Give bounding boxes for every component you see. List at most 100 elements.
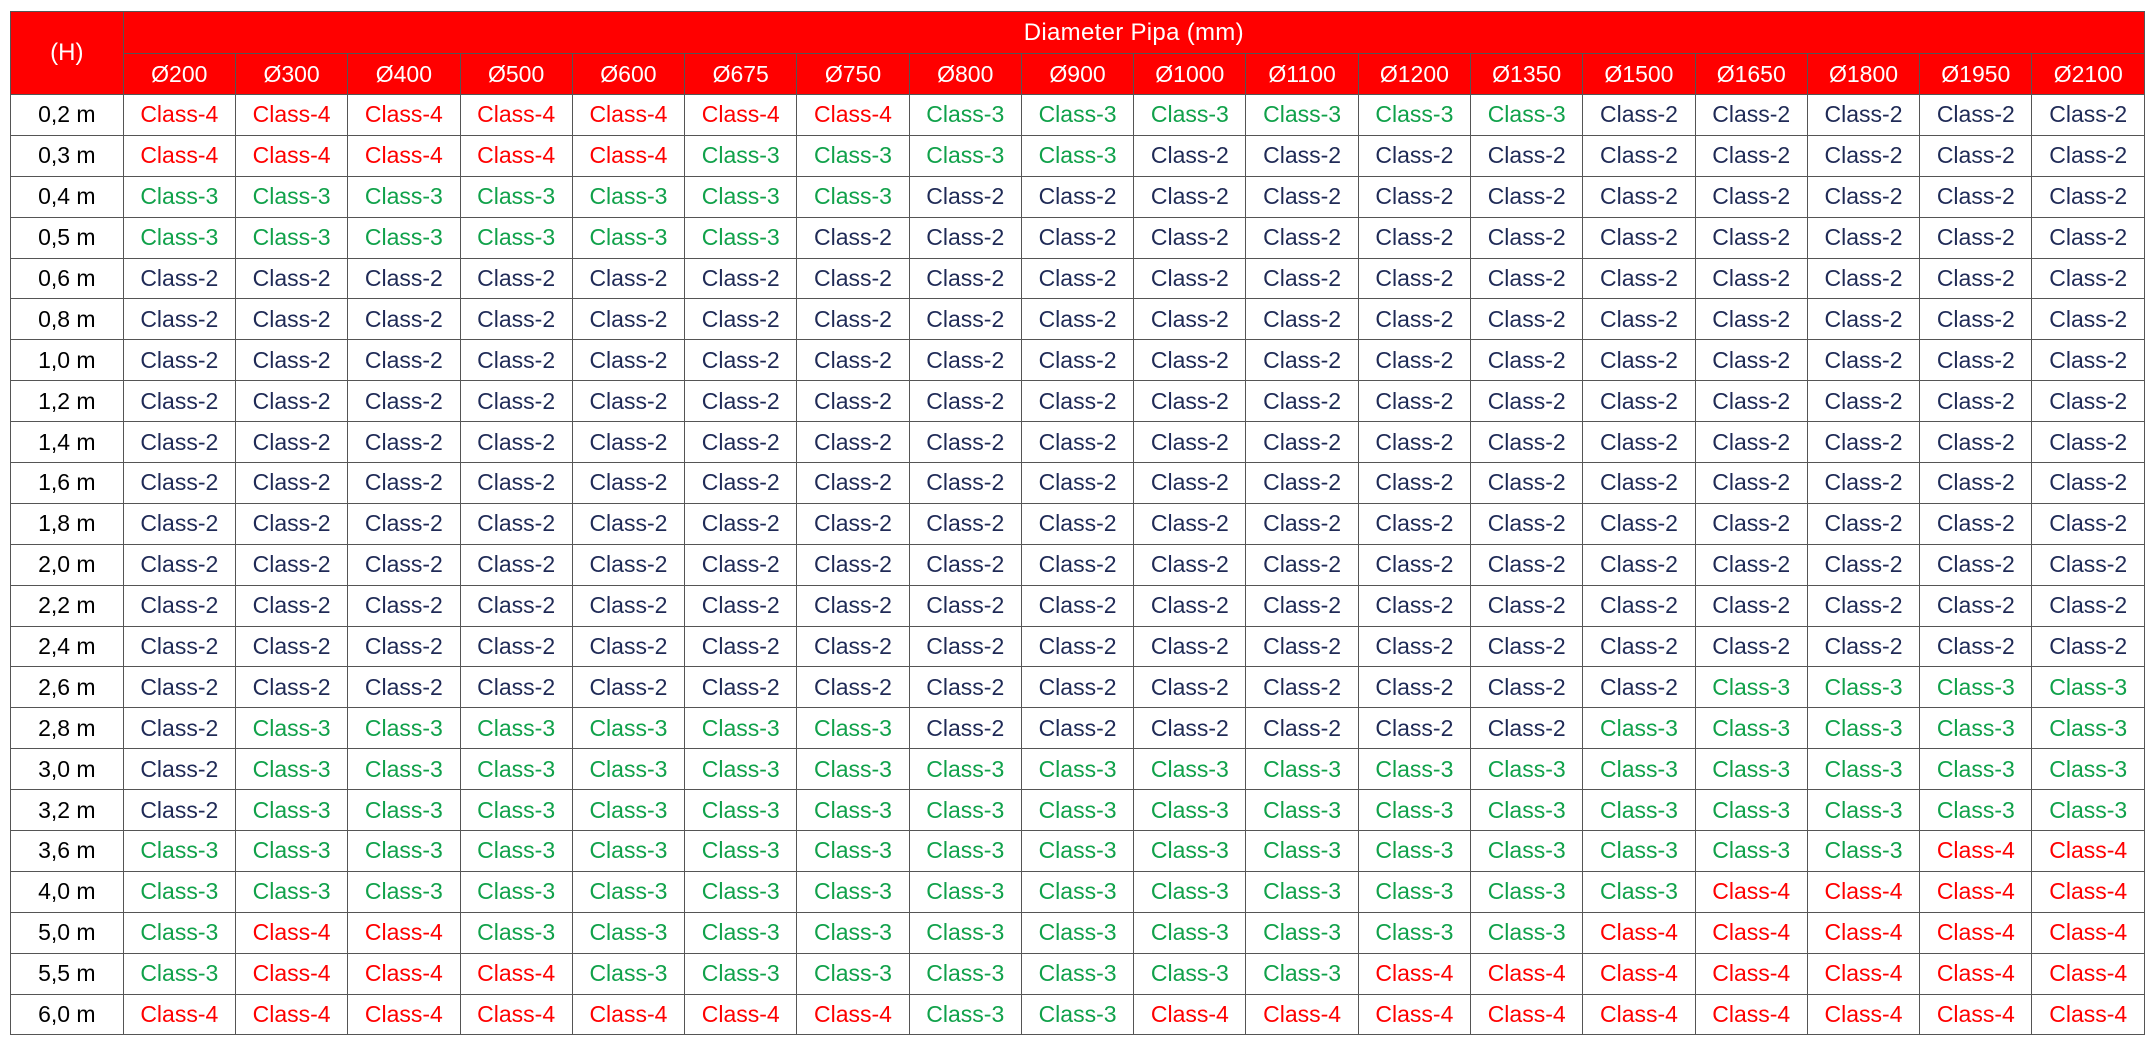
class-cell: Class-2 <box>1470 216 1584 259</box>
class-cell: Class-3 <box>347 748 461 791</box>
class-cell: Class-2 <box>1470 134 1584 177</box>
class-cell: Class-3 <box>1133 789 1247 832</box>
class-cell: Class-2 <box>1357 707 1472 750</box>
diameter-header: Ø200 <box>122 53 236 95</box>
class-cell: Class-2 <box>908 339 1022 382</box>
class-cell: Class-2 <box>908 584 1022 627</box>
class-cell: Class-2 <box>1245 625 1359 668</box>
class-cell: Class-2 <box>347 625 461 668</box>
class-cell: Class-2 <box>234 502 349 545</box>
header-row-diameters: Ø200 Ø300 Ø400 Ø500 Ø600 Ø675 Ø750 Ø800 Ø900 Ø100… <box>11 53 2145 95</box>
class-cell: Class-2 <box>1470 462 1584 504</box>
class-cell: Class-2 <box>1133 134 1247 177</box>
class-cell: Class-2 <box>122 298 236 341</box>
class-cell: Class-2 <box>1919 339 2033 382</box>
class-cell: Class-3 <box>459 789 573 832</box>
depth-cell: 1,6 m <box>10 462 124 504</box>
class-cell: Class-2 <box>1582 421 1696 464</box>
column-header-diameter-title: Diameter Pipa (mm) <box>122 11 2145 54</box>
class-cell: Class-4 <box>459 94 573 136</box>
class-cell: Class-2 <box>1694 134 1808 177</box>
class-cell: Class-2 <box>1694 502 1808 545</box>
class-cell: Class-2 <box>1694 339 1808 382</box>
class-cell: Class-3 <box>684 911 798 954</box>
class-cell: Class-2 <box>796 543 910 586</box>
class-cell: Class-2 <box>459 257 573 300</box>
class-cell: Class-2 <box>1020 543 1135 586</box>
class-cell: Class-3 <box>347 789 461 832</box>
class-cell: Class-2 <box>1020 502 1135 545</box>
class-cell: Class-2 <box>1694 421 1808 464</box>
class-cell: Class-3 <box>1694 789 1808 832</box>
class-cell: Class-2 <box>1020 339 1135 382</box>
class-cell: Class-2 <box>1919 380 2033 423</box>
class-cell: Class-3 <box>571 707 686 750</box>
class-cell: Class-2 <box>234 339 349 382</box>
class-cell: Class-3 <box>122 175 236 218</box>
class-cell: Class-3 <box>122 911 236 954</box>
class-cell: Class-2 <box>571 380 686 423</box>
class-cell: Class-4 <box>796 993 910 1036</box>
depth-cell: 0,8 m <box>10 298 124 341</box>
class-cell: Class-2 <box>122 380 236 423</box>
class-cell: Class-3 <box>684 870 798 913</box>
class-cell: Class-2 <box>2031 94 2145 136</box>
class-cell: Class-2 <box>1806 94 1921 136</box>
table-row: 5,5 m Class-3 Class-4 Class-4 Class-4 Class-3… <box>10 952 2145 995</box>
table-row: 0,5 m Class-3 Class-3 Class-3 Class-3 Class-3… <box>10 216 2145 259</box>
class-cell: Class-3 <box>459 175 573 218</box>
table-row: 2,6 m Class-2 Class-2 Class-2 Class-2 Class-2… <box>10 666 2145 709</box>
class-cell: Class-2 <box>1806 134 1921 177</box>
class-cell: Class-2 <box>796 339 910 382</box>
class-cell: Class-2 <box>459 584 573 627</box>
class-cell: Class-2 <box>1919 175 2033 218</box>
class-cell: Class-3 <box>684 748 798 791</box>
class-cell: Class-3 <box>1133 830 1247 872</box>
class-cell: Class-3 <box>1470 94 1584 136</box>
class-cell: Class-3 <box>1245 748 1359 791</box>
class-cell: Class-3 <box>122 952 236 995</box>
class-cell: Class-3 <box>1357 870 1472 913</box>
class-cell: Class-3 <box>122 870 236 913</box>
class-cell: Class-2 <box>908 257 1022 300</box>
class-cell: Class-3 <box>234 175 349 218</box>
column-header-depth: (H) <box>10 11 124 95</box>
class-cell: Class-2 <box>1806 175 1921 218</box>
class-cell: Class-2 <box>2031 462 2145 504</box>
class-cell: Class-2 <box>1020 584 1135 627</box>
class-cell: Class-4 <box>122 94 236 136</box>
class-cell: Class-3 <box>234 707 349 750</box>
class-cell: Class-2 <box>1470 380 1584 423</box>
class-cell: Class-3 <box>2031 707 2145 750</box>
class-cell: Class-2 <box>796 216 910 259</box>
class-cell: Class-2 <box>1357 584 1472 627</box>
class-cell: Class-2 <box>1919 134 2033 177</box>
class-cell: Class-2 <box>1020 380 1135 423</box>
class-cell: Class-3 <box>1133 911 1247 954</box>
class-cell: Class-3 <box>1470 911 1584 954</box>
class-cell: Class-2 <box>1919 625 2033 668</box>
class-cell: Class-2 <box>1133 175 1247 218</box>
class-cell: Class-3 <box>796 870 910 913</box>
class-cell: Class-2 <box>1357 421 1472 464</box>
class-cell: Class-2 <box>1133 421 1247 464</box>
class-cell: Class-2 <box>122 543 236 586</box>
class-cell: Class-3 <box>1919 789 2033 832</box>
depth-cell: 0,3 m <box>10 134 124 177</box>
class-cell: Class-2 <box>234 666 349 709</box>
diameter-header: Ø800 <box>908 53 1022 95</box>
class-cell: Class-2 <box>1694 298 1808 341</box>
class-cell: Class-2 <box>796 625 910 668</box>
class-cell: Class-3 <box>1694 748 1808 791</box>
class-cell: Class-2 <box>796 584 910 627</box>
class-cell: Class-4 <box>684 993 798 1036</box>
class-cell: Class-2 <box>1133 502 1247 545</box>
class-cell: Class-4 <box>1806 911 1921 954</box>
class-cell: Class-2 <box>122 257 236 300</box>
depth-cell: 0,4 m <box>10 175 124 218</box>
diameter-header: Ø750 <box>796 53 910 95</box>
class-cell: Class-3 <box>1020 870 1135 913</box>
class-cell: Class-4 <box>1357 952 1472 995</box>
class-cell: Class-2 <box>2031 502 2145 545</box>
class-cell: Class-3 <box>684 134 798 177</box>
